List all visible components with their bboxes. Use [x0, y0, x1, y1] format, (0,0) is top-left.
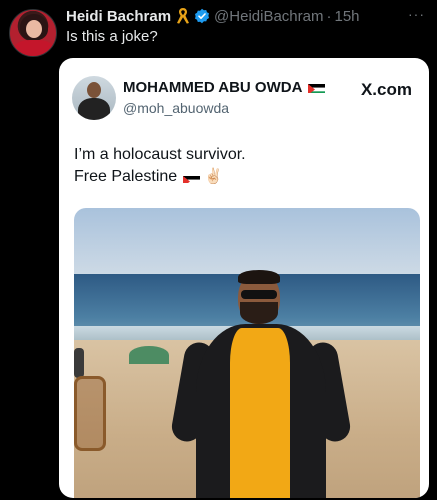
palestine-flag-icon — [308, 82, 326, 93]
separator-dot: · — [326, 7, 332, 25]
x-source-label[interactable]: X.com — [361, 80, 412, 100]
author-avatar[interactable] — [9, 9, 57, 57]
peace-sign-emoji: ✌🏻 — [204, 168, 223, 185]
author-name[interactable]: Heidi Bachram — [66, 8, 171, 25]
tweet-timestamp[interactable]: 15h — [334, 8, 359, 25]
quoted-post-photo[interactable] — [74, 208, 420, 498]
quoted-text-line-1: I’m a holocaust survivor. — [74, 146, 246, 163]
tweet-text: Is this a joke? — [66, 28, 158, 45]
author-handle[interactable]: @HeidiBachram — [214, 8, 323, 25]
quoted-text-line-2-row: Free Palestine ✌🏻 — [74, 166, 246, 188]
quoted-author-name[interactable]: MOHAMMED ABU OWDA — [123, 79, 302, 96]
quoted-author-avatar[interactable] — [72, 76, 116, 120]
quoted-author-handle[interactable]: @moh_abuowda — [123, 100, 229, 116]
verified-badge-icon — [194, 8, 210, 24]
quoted-post-card[interactable]: MOHAMMED ABU OWDA @moh_abuowda X.com I’m… — [59, 58, 429, 498]
quoted-author-name-row: MOHAMMED ABU OWDA — [123, 79, 326, 96]
palestine-flag-icon — [183, 172, 201, 183]
tweet-header: Heidi Bachram @HeidiBachram · 15h — [66, 6, 360, 26]
quoted-post-text: I’m a holocaust survivor. Free Palestine… — [74, 144, 246, 188]
ribbon-icon — [176, 7, 190, 25]
more-options-icon[interactable]: ··· — [408, 6, 425, 22]
quoted-text-line-2: Free Palestine — [74, 168, 178, 185]
tweet[interactable]: Heidi Bachram @HeidiBachram · 15h ··· Is… — [0, 0, 437, 500]
